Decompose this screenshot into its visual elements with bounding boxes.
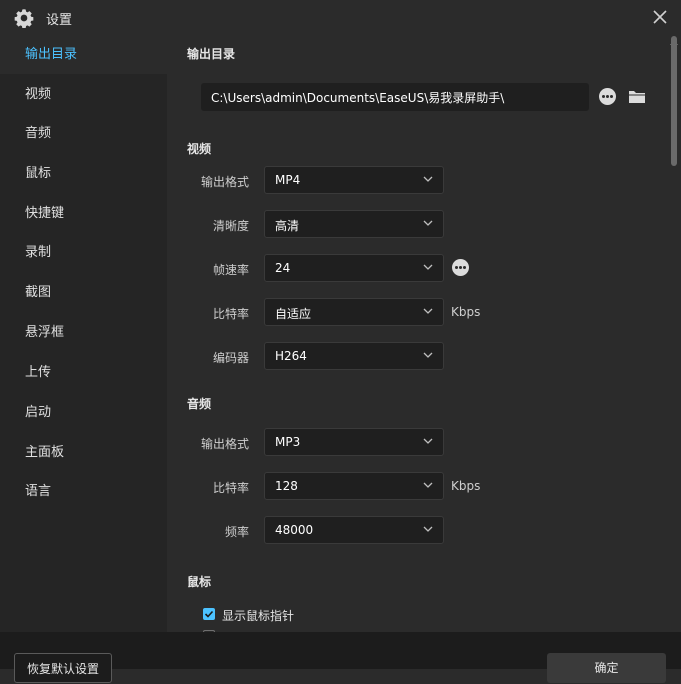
sidebar-item-mouse[interactable]: 鼠标 xyxy=(0,155,167,193)
sidebar-item-recording[interactable]: 录制 xyxy=(0,234,167,272)
chevron-down-icon xyxy=(423,264,433,270)
audio-rate-value: 48000 xyxy=(275,523,314,537)
video-encoder-select[interactable]: H264 xyxy=(264,342,444,370)
video-bitrate-label: 比特率 xyxy=(212,307,249,321)
scrollbar[interactable] xyxy=(667,36,681,669)
video-format-select[interactable]: MP4 xyxy=(264,166,444,194)
show-pointer-label: 显示鼠标指针 xyxy=(222,609,295,623)
video-bitrate-unit: Kbps xyxy=(451,305,481,319)
video-fps-value: 24 xyxy=(275,261,291,275)
video-fps-label: 帧速率 xyxy=(212,263,249,277)
more-options-icon[interactable] xyxy=(599,88,616,105)
gear-icon xyxy=(14,9,34,28)
window-title: 设置 xyxy=(46,13,73,28)
section-heading-audio: 音频 xyxy=(187,397,212,411)
sidebar-item-label: 截图 xyxy=(25,285,52,300)
sidebar-item-label: 快捷键 xyxy=(25,206,65,221)
section-heading-output: 输出目录 xyxy=(187,47,236,61)
video-quality-select[interactable]: 高清 xyxy=(264,210,444,238)
video-quality-label: 清晰度 xyxy=(212,219,249,233)
chevron-down-icon xyxy=(423,482,433,488)
chevron-down-icon xyxy=(423,352,433,358)
video-fps-select[interactable]: 24 xyxy=(264,254,444,282)
chevron-down-icon xyxy=(423,438,433,444)
video-quality-value: 高清 xyxy=(275,219,300,233)
sidebar-item-label: 鼠标 xyxy=(25,166,52,181)
title-bar: 设置 xyxy=(0,0,681,36)
sidebar-item-label: 音频 xyxy=(25,126,52,141)
audio-bitrate-value: 128 xyxy=(275,479,298,493)
audio-format-select[interactable]: MP3 xyxy=(264,428,444,456)
chevron-down-icon xyxy=(423,308,433,314)
sidebar-item-label: 上传 xyxy=(25,365,52,380)
sidebar-item-label: 语言 xyxy=(25,484,52,499)
show-pointer-checkbox[interactable] xyxy=(203,608,215,620)
sidebar-item-label: 输出目录 xyxy=(25,47,78,62)
checkmark-icon xyxy=(204,610,214,618)
sidebar-item-screenshot[interactable]: 截图 xyxy=(0,274,167,312)
sidebar-item-label: 启动 xyxy=(25,405,52,420)
audio-format-value: MP3 xyxy=(275,435,301,449)
sidebar-item-label: 主面板 xyxy=(25,445,65,460)
scrollbar-thumb[interactable] xyxy=(671,36,677,166)
video-encoder-value: H264 xyxy=(275,349,307,363)
sidebar-item-label: 悬浮框 xyxy=(25,325,65,340)
sidebar-item-floating-box[interactable]: 悬浮框 xyxy=(0,314,167,352)
output-path-value: C:\Users\admin\Documents\EaseUS\易我录屏助手\ xyxy=(211,91,505,105)
sidebar-item-label: 录制 xyxy=(25,245,52,260)
sidebar-item-output-dir[interactable]: 输出目录 xyxy=(0,36,167,74)
audio-bitrate-label: 比特率 xyxy=(212,481,249,495)
reset-defaults-button[interactable]: 恢复默认设置 xyxy=(14,653,112,683)
close-icon[interactable] xyxy=(652,9,668,25)
sidebar: 输出目录 视频 音频 鼠标 快捷键 录制 截图 悬浮框 上传 启动 主面板 语言 xyxy=(0,36,167,669)
video-format-value: MP4 xyxy=(275,173,301,187)
section-heading-video: 视频 xyxy=(187,142,212,156)
sidebar-item-audio[interactable]: 音频 xyxy=(0,115,167,153)
folder-icon[interactable] xyxy=(628,89,646,104)
chevron-down-icon xyxy=(423,220,433,226)
section-heading-mouse: 鼠标 xyxy=(187,575,212,589)
sidebar-item-label: 视频 xyxy=(25,87,52,102)
sidebar-item-main-panel[interactable]: 主面板 xyxy=(0,434,167,472)
chevron-down-icon xyxy=(423,176,433,182)
video-bitrate-value: 自适应 xyxy=(275,307,312,321)
sidebar-item-video[interactable]: 视频 xyxy=(0,76,167,114)
footer-bar: 恢复默认设置 确定 xyxy=(0,632,681,683)
audio-format-label: 输出格式 xyxy=(200,437,249,451)
chevron-down-icon xyxy=(423,526,433,532)
video-bitrate-select[interactable]: 自适应 xyxy=(264,298,444,326)
video-encoder-label: 编码器 xyxy=(212,351,249,365)
audio-bitrate-select[interactable]: 128 xyxy=(264,472,444,500)
output-path-field[interactable]: C:\Users\admin\Documents\EaseUS\易我录屏助手\ xyxy=(201,83,589,111)
sidebar-item-hotkeys[interactable]: 快捷键 xyxy=(0,195,167,233)
sidebar-item-startup[interactable]: 启动 xyxy=(0,394,167,432)
sidebar-item-upload[interactable]: 上传 xyxy=(0,354,167,392)
audio-bitrate-unit: Kbps xyxy=(451,479,481,493)
settings-panel: 输出目录 C:\Users\admin\Documents\EaseUS\易我录… xyxy=(167,36,667,669)
video-format-label: 输出格式 xyxy=(200,175,249,189)
audio-rate-select[interactable]: 48000 xyxy=(264,516,444,544)
sidebar-item-language[interactable]: 语言 xyxy=(0,473,167,511)
fps-more-options-icon[interactable] xyxy=(452,259,469,276)
audio-rate-label: 频率 xyxy=(224,525,249,539)
confirm-button[interactable]: 确定 xyxy=(547,653,666,683)
